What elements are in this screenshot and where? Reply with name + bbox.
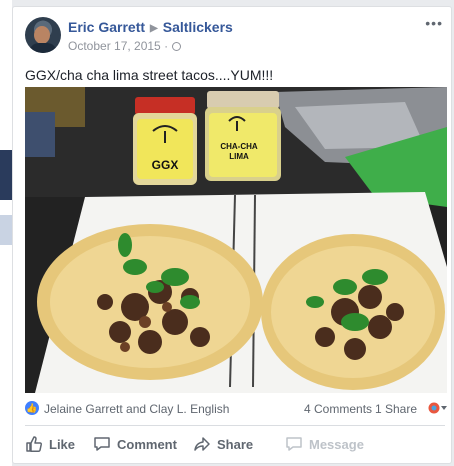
comment-button[interactable]: Comment [93, 435, 177, 453]
reaction-names[interactable]: Jelaine Garrett and Clay L. English [44, 402, 229, 416]
more-options-icon[interactable]: ••• [425, 15, 443, 31]
like-button[interactable]: Like [25, 435, 75, 453]
message-button[interactable]: Message [285, 435, 364, 453]
background-fragment [0, 150, 12, 200]
comment-label: Comment [117, 436, 177, 452]
message-label: Message [309, 436, 364, 452]
share-arrow-icon [194, 437, 210, 451]
comment-bubble-icon [94, 437, 110, 451]
date-separator: · [164, 39, 169, 53]
background-fragment [0, 215, 12, 245]
group-name-link[interactable]: Saltlickers [163, 19, 233, 35]
post-actions: Like Comment Share Message [25, 431, 445, 459]
post-timestamp: October 17, 2015 · [68, 39, 182, 53]
post-text: GGX/cha cha lima street tacos....YUM!!! [25, 67, 274, 83]
cha-cha-jar-label-1: CHA-CHA [220, 142, 258, 151]
share-label: Share [217, 436, 254, 452]
cha-cha-jar-label-2: LIMA [229, 152, 249, 161]
post-header: Eric Garrett ▶ Saltlickers [68, 19, 233, 35]
background-strip [0, 0, 12, 466]
reactions-bar: 👍 Jelaine Garrett and Clay L. English 4 … [25, 400, 448, 419]
author-name-link[interactable]: Eric Garrett [68, 19, 145, 35]
post-date-link[interactable]: October 17, 2015 [68, 39, 161, 53]
tacos-photo-illustration: GGX CHA-CHA LIMA [25, 87, 447, 393]
thumbs-up-icon [26, 436, 42, 452]
audience-selector-icon[interactable] [428, 400, 448, 416]
message-icon [286, 437, 302, 451]
post-photo[interactable]: GGX CHA-CHA LIMA [25, 87, 447, 393]
author-avatar[interactable] [25, 17, 61, 53]
ggx-jar-label: GGX [152, 158, 179, 172]
like-label: Like [49, 436, 76, 452]
actions-divider [25, 425, 445, 426]
comments-count[interactable]: 4 Comments [304, 402, 372, 416]
like-reaction-icon[interactable]: 👍 [25, 401, 39, 415]
shares-count[interactable]: 1 Share [375, 402, 417, 416]
share-button[interactable]: Share [193, 435, 253, 453]
triangle-right-icon: ▶ [150, 23, 158, 34]
globe-icon [172, 42, 182, 51]
post-card: Eric Garrett ▶ Saltlickers October 17, 201… [12, 6, 452, 464]
